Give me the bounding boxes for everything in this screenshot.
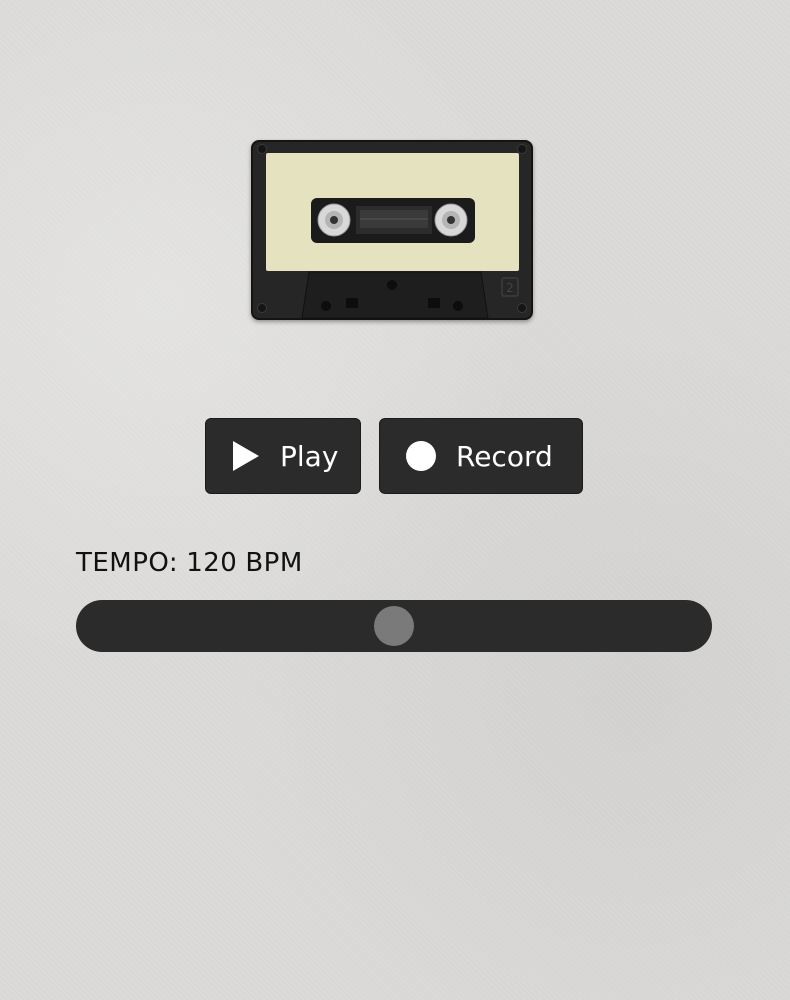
tempo-slider-thumb[interactable] bbox=[374, 606, 414, 646]
tempo-slider[interactable] bbox=[76, 600, 712, 652]
cassette-image: 2 bbox=[250, 140, 534, 320]
play-button[interactable]: Play bbox=[205, 418, 361, 494]
tempo-unit: BPM bbox=[245, 548, 303, 578]
tempo-value: 120 bbox=[186, 548, 238, 578]
tempo-label: TEMPO: bbox=[76, 548, 179, 578]
transport-controls: Play Record bbox=[205, 418, 583, 494]
record-button-label: Record bbox=[456, 439, 553, 473]
play-button-label: Play bbox=[280, 439, 339, 473]
play-icon bbox=[230, 439, 262, 473]
record-button[interactable]: Record bbox=[379, 418, 583, 494]
record-icon bbox=[404, 439, 438, 473]
tempo-readout: TEMPO: 120 BPM bbox=[76, 548, 303, 578]
cassette-side-label: 2 bbox=[506, 281, 514, 295]
